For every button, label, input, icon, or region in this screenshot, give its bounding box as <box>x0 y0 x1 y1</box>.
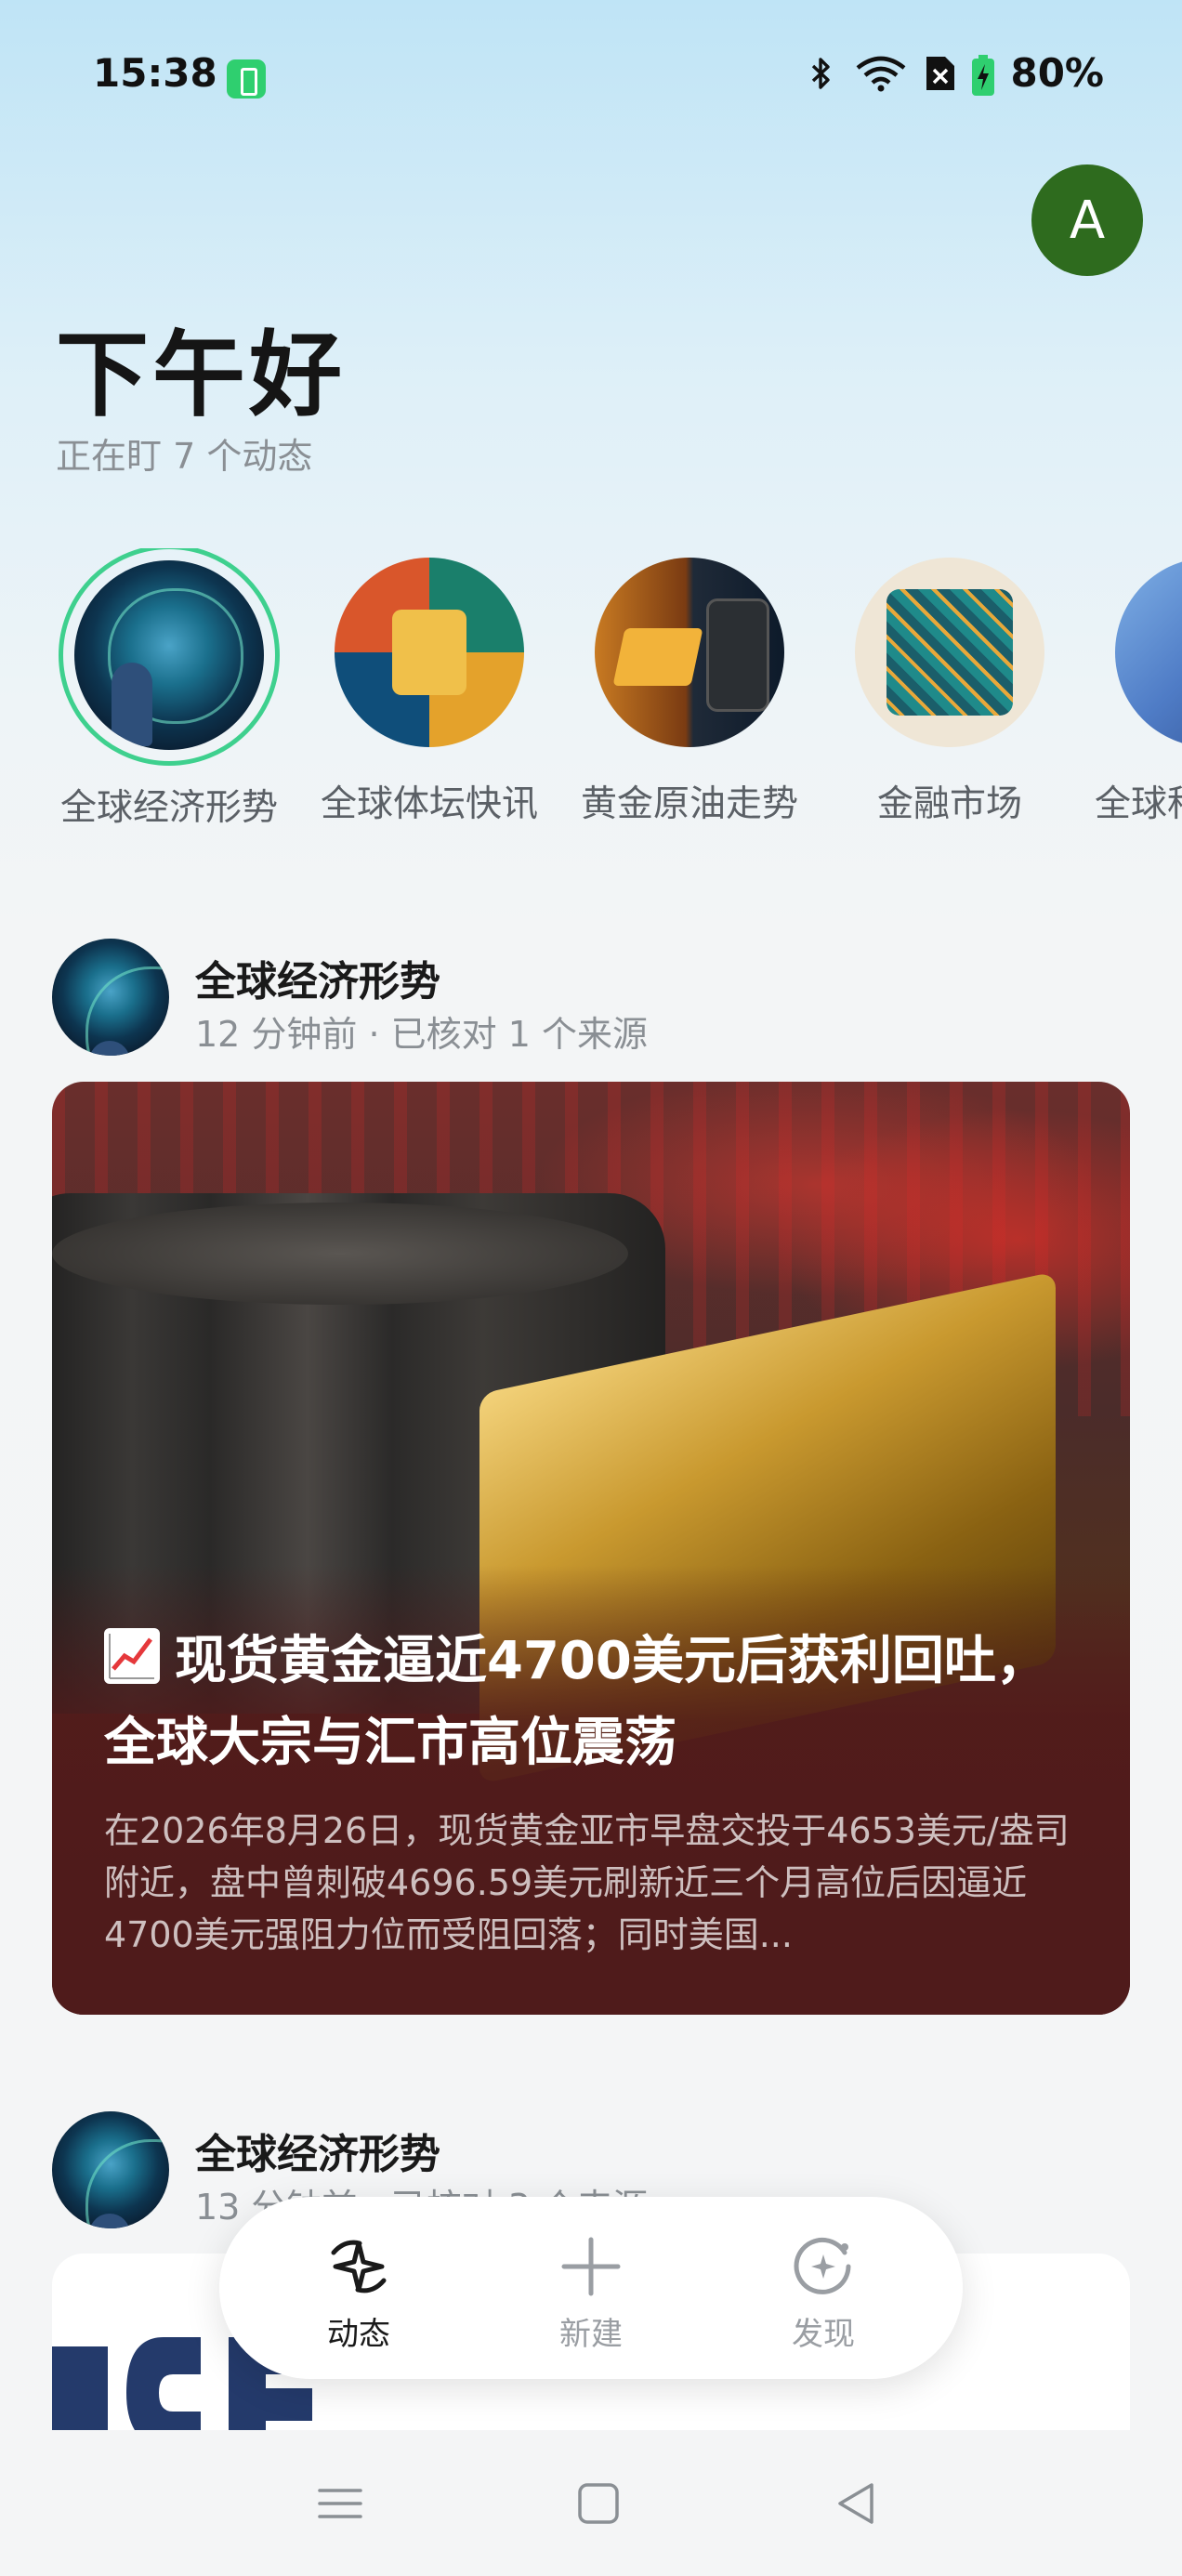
sim-off-icon <box>923 55 956 92</box>
wifi-icon <box>854 55 908 92</box>
greeting-title: 下午好 <box>56 321 346 429</box>
topic-label: 金融市场 <box>876 783 1022 825</box>
plus-icon <box>561 2237 621 2296</box>
back-icon[interactable] <box>831 2477 883 2530</box>
user-avatar[interactable]: A <box>1031 164 1143 276</box>
menu-icon[interactable] <box>314 2477 366 2530</box>
tab-discover[interactable]: 发现 <box>712 2197 935 2379</box>
topic-label: 全球科 <box>1095 783 1182 825</box>
news-card[interactable]: 现货黄金逼近4700美元后获利回吐，全球大宗与汇市高位震荡 在2026年8月26… <box>52 1082 1130 2015</box>
battery-percent: 80% <box>1010 50 1104 96</box>
news-summary: 在2026年8月26日，现货黄金亚市早盘交投于4653美元/盎司附近，盘中曾刺破… <box>104 1810 1070 1955</box>
tab-activity[interactable]: 动态 <box>247 2197 470 2379</box>
charging-indicator-icon <box>227 59 266 99</box>
topic-thumbnail <box>74 560 264 750</box>
topic-thumbnail <box>595 558 784 747</box>
topic-thumbnail <box>335 558 524 747</box>
bottom-tab-bar: 动态 新建 发现 <box>219 2197 963 2379</box>
home-icon[interactable] <box>572 2477 624 2530</box>
chart-increasing-icon <box>104 1628 160 1684</box>
tab-label: 发现 <box>792 2316 855 2353</box>
news-title-text: 现货黄金逼近4700美元后获利回吐，全球大宗与汇市高位震荡 <box>104 1631 1048 1773</box>
post-meta: 12 分钟前 · 已核对 1 个来源 <box>195 1014 649 1055</box>
system-navigation-bar <box>0 2431 1182 2576</box>
topic-thumbnail <box>855 558 1044 747</box>
tab-new[interactable]: 新建 <box>479 2197 703 2379</box>
tab-label: 动态 <box>327 2316 390 2353</box>
topic-label: 全球经济形势 <box>59 787 278 829</box>
greeting-subtitle: 正在盯 7 个动态 <box>56 436 313 477</box>
battery-charging-icon <box>971 54 995 96</box>
bluetooth-icon <box>802 55 839 92</box>
news-title: 现货黄金逼近4700美元后获利回吐，全球大宗与汇市高位震荡 <box>104 1621 1089 1784</box>
topic-thumbnail <box>1115 558 1182 747</box>
topic-carousel[interactable]: 全球经济形势 全球体坛快讯 黄金原油走势 金融市场 全球科 <box>0 548 1182 846</box>
topic-label: 黄金原油走势 <box>580 783 798 825</box>
post-header[interactable]: 全球经济形势 12 分钟前 · 已核对 1 个来源 <box>52 939 1130 1059</box>
status-time: 15:38 <box>93 50 217 96</box>
status-right-group: 80% <box>802 50 1104 96</box>
discover-icon <box>794 2237 851 2294</box>
post-topic-avatar <box>52 939 169 1056</box>
post-topic-avatar <box>52 2111 169 2228</box>
activity-icon <box>331 2240 387 2293</box>
topic-label: 全球体坛快讯 <box>320 783 538 825</box>
post-topic-name: 全球经济形势 <box>195 958 440 1005</box>
post-topic-name: 全球经济形势 <box>195 2131 440 2178</box>
status-bar: 15:38 80% <box>0 0 1182 158</box>
tab-label: 新建 <box>559 2316 623 2353</box>
